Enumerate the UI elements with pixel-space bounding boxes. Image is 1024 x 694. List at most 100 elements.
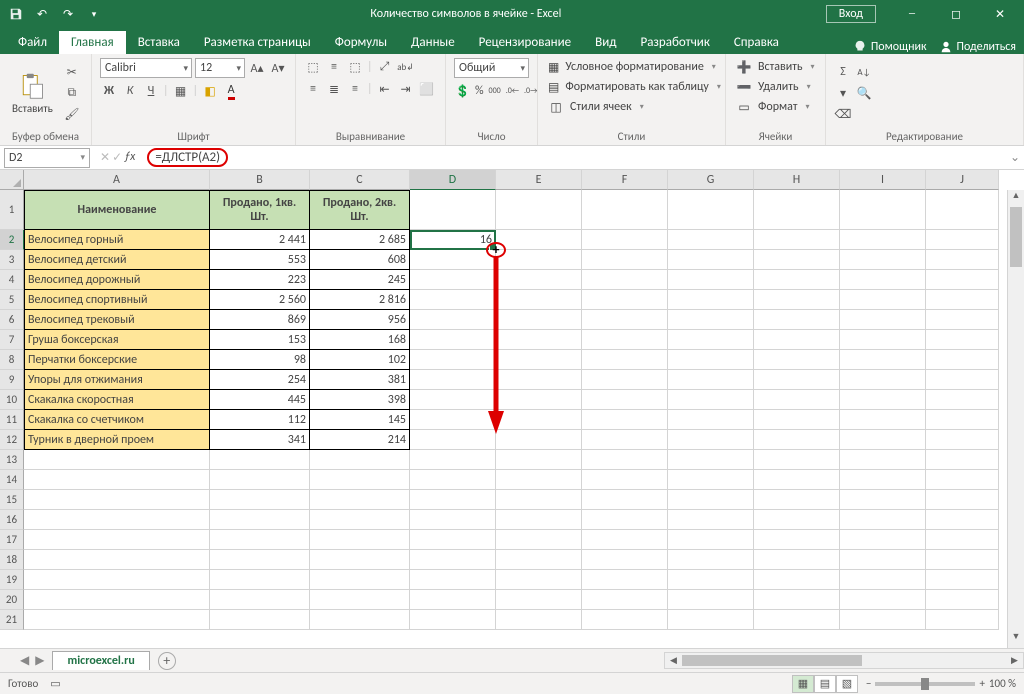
column-header-I[interactable]: I [840,170,926,190]
qat-customize-icon[interactable]: ▾ [82,3,106,25]
cell[interactable] [582,370,668,390]
cell[interactable] [668,510,754,530]
cell[interactable] [840,270,926,290]
cell[interactable] [410,250,496,270]
cell[interactable] [410,590,496,610]
cell[interactable] [24,590,210,610]
cell[interactable]: Продано, 1кв. Шт. [210,190,310,230]
cell[interactable] [668,590,754,610]
cell-styles[interactable]: ◫Стили ячеек [546,98,717,116]
cell[interactable] [496,470,582,490]
cell[interactable] [582,350,668,370]
cell[interactable] [754,230,840,250]
align-middle-icon[interactable]: ≡ [325,58,343,76]
cell[interactable]: Скакалка скоростная [24,390,210,410]
cell[interactable] [496,530,582,550]
cell[interactable] [582,610,668,630]
cell[interactable] [496,450,582,470]
cell[interactable] [410,510,496,530]
cell[interactable] [840,430,926,450]
underline-button[interactable]: Ч [142,82,160,100]
cell[interactable] [754,470,840,490]
comma-format-icon[interactable]: 000 [488,82,502,100]
cell[interactable] [310,450,410,470]
cell[interactable] [840,490,926,510]
cell[interactable] [496,330,582,350]
cell[interactable]: Велосипед дорожный [24,270,210,290]
cell[interactable] [496,390,582,410]
cell[interactable] [210,570,310,590]
insert-function-icon[interactable]: ƒx [124,150,135,165]
cell[interactable] [496,310,582,330]
format-painter-icon[interactable]: 🖌 [63,105,81,123]
cell[interactable] [926,350,999,370]
cell[interactable] [926,310,999,330]
copy-icon[interactable]: ⧉ [63,84,81,102]
tab-review[interactable]: Рецензирование [467,31,583,54]
paste-button[interactable]: Вставить [8,70,57,117]
cell[interactable] [754,290,840,310]
expand-formula-bar-icon[interactable]: ⌄ [1006,150,1024,165]
cell[interactable] [926,390,999,410]
cell[interactable] [840,450,926,470]
cell[interactable] [582,310,668,330]
cell[interactable] [754,490,840,510]
row-header[interactable]: 10 [0,390,24,410]
cell[interactable]: 245 [310,270,410,290]
cell[interactable] [582,570,668,590]
cell[interactable] [754,610,840,630]
cell[interactable] [926,530,999,550]
row-header[interactable]: 3 [0,250,24,270]
cell[interactable] [840,390,926,410]
cell[interactable] [582,290,668,310]
cell[interactable]: Продано, 2кв. Шт. [310,190,410,230]
select-all-corner[interactable] [0,170,24,190]
zoom-in-icon[interactable]: + [979,677,984,690]
cell[interactable] [210,550,310,570]
cell[interactable] [310,550,410,570]
cell[interactable]: 2 441 [210,230,310,250]
cell[interactable] [24,530,210,550]
cell[interactable] [840,250,926,270]
align-center-icon[interactable]: ≣ [325,80,343,98]
cell[interactable] [410,610,496,630]
cell[interactable] [496,350,582,370]
cell[interactable] [926,510,999,530]
cell[interactable] [840,330,926,350]
clear-icon[interactable]: ⌫ [834,105,852,123]
column-header-B[interactable]: B [210,170,310,190]
increase-indent-icon[interactable]: ⇥ [397,80,415,98]
row-header[interactable]: 21 [0,610,24,630]
decrease-indent-icon[interactable]: ⇤ [376,80,394,98]
tab-help[interactable]: Справка [722,31,791,54]
cell[interactable] [926,370,999,390]
cell[interactable] [582,230,668,250]
cell[interactable] [926,190,999,230]
cell[interactable] [310,610,410,630]
cell[interactable]: 398 [310,390,410,410]
cell[interactable] [668,430,754,450]
fill-icon[interactable]: ▾ [834,84,852,102]
cell[interactable] [410,430,496,450]
cell[interactable] [24,570,210,590]
align-right-icon[interactable]: ≡ [346,80,364,98]
cell[interactable] [754,590,840,610]
cell[interactable] [668,250,754,270]
cell[interactable]: 2 816 [310,290,410,310]
cell[interactable]: Упоры для отжимания [24,370,210,390]
cell[interactable] [210,610,310,630]
cell[interactable] [840,510,926,530]
cell[interactable] [840,470,926,490]
cell[interactable]: Перчатки боксерские [24,350,210,370]
cell[interactable]: 608 [310,250,410,270]
new-sheet-icon[interactable]: + [158,652,176,670]
fill-color-icon[interactable]: ◧ [201,82,219,100]
cell[interactable] [210,510,310,530]
format-as-table[interactable]: ▤Форматировать как таблицу [546,78,717,96]
cell[interactable] [210,490,310,510]
italic-button[interactable]: К [121,82,139,100]
cell[interactable] [24,490,210,510]
cell[interactable] [754,250,840,270]
sheet-tab[interactable]: microexcel.ru [52,651,149,670]
cell[interactable] [840,230,926,250]
